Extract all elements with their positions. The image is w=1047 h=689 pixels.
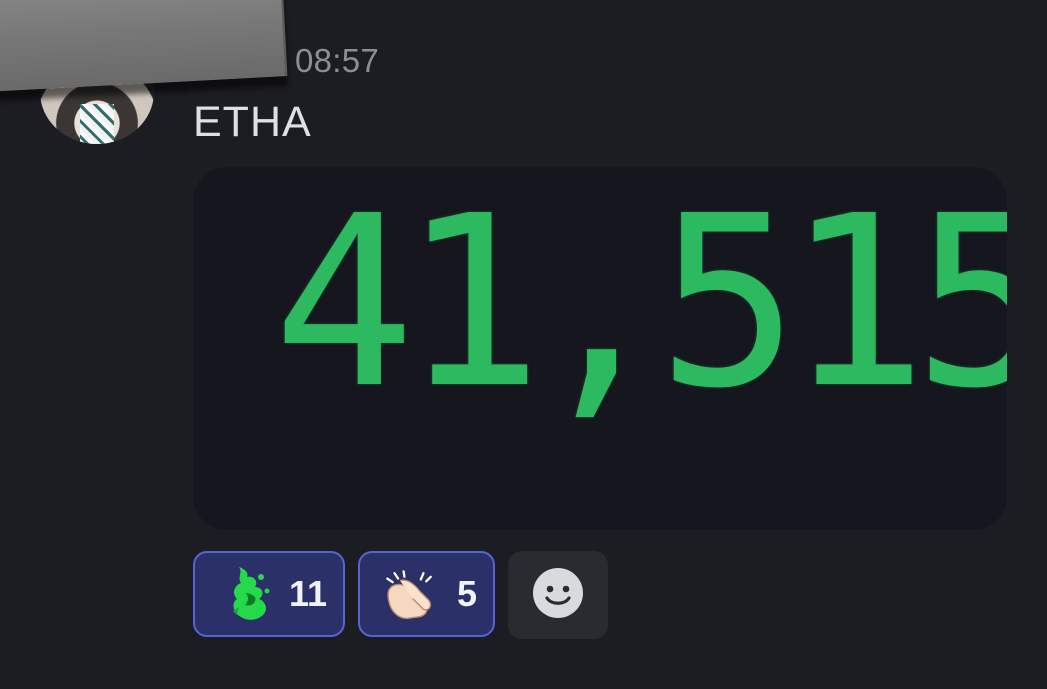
image-attachment[interactable]: 41,515 [193,167,1007,530]
clapping-hands-icon [380,562,438,626]
message-timestamp: 08:57 [295,42,380,79]
image-edge-overlay [0,0,288,92]
reaction-clap[interactable]: 5 [358,551,495,637]
message-text: ETHA [193,98,312,146]
reaction-fire[interactable]: 11 [193,551,345,637]
attachment-number: 41,515 [273,167,1007,440]
smiley-face-icon [532,567,584,624]
add-reaction-button[interactable] [508,551,608,639]
reaction-bar: 11 5 [193,551,608,639]
avatar-tie [80,104,114,144]
reaction-count: 11 [288,573,327,614]
green-fire-icon [221,562,279,626]
reaction-count: 5 [456,573,477,614]
